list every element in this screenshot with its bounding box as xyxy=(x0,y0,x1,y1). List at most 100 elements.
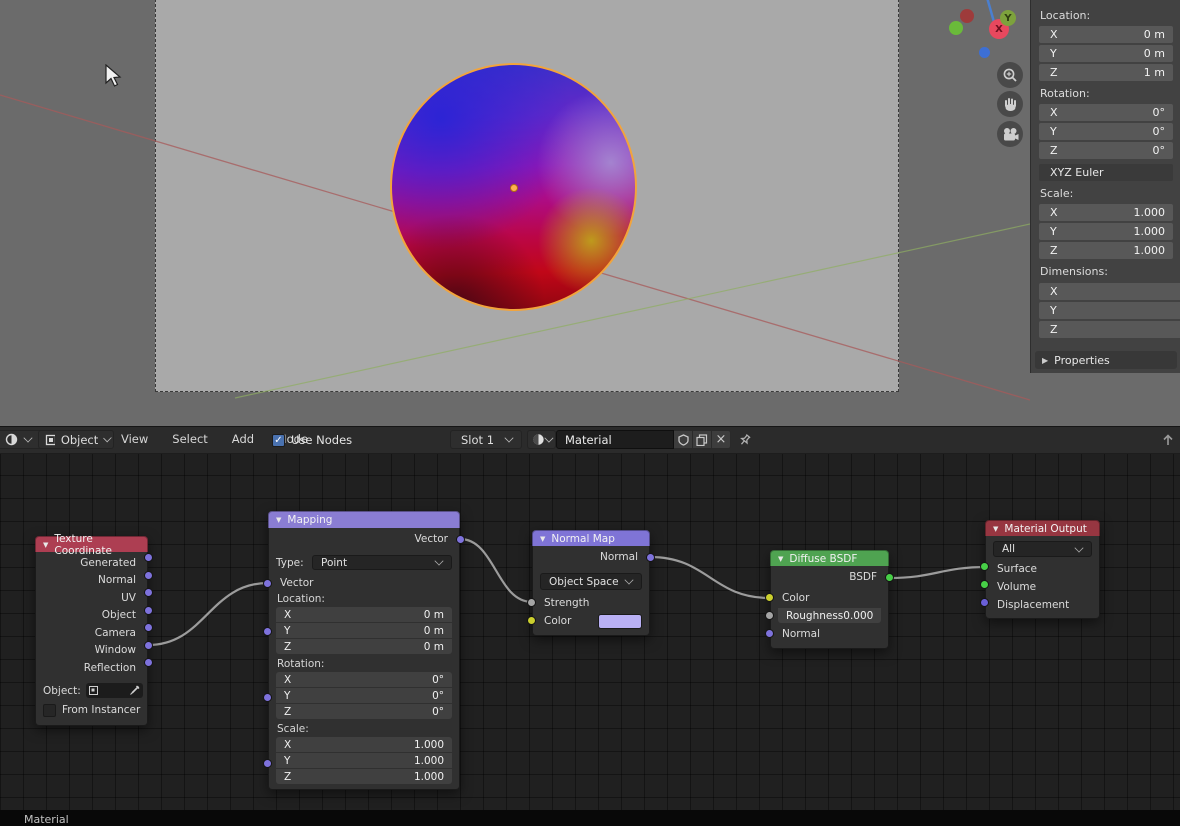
color-swatch[interactable] xyxy=(598,613,642,629)
socket-out-normal[interactable] xyxy=(646,552,655,562)
mapping-location-z[interactable]: Z0 m xyxy=(276,639,452,654)
node-diffuse-bsdf[interactable]: ▼ Diffuse BSDF BSDF Color Roughness 0.00… xyxy=(765,550,894,649)
material-slot-dropdown[interactable]: Slot 1 xyxy=(450,430,522,449)
socket-in-color[interactable] xyxy=(527,616,536,625)
node-normal-map[interactable]: ▼ Normal Map Normal Object Space Strengt… xyxy=(527,530,655,636)
gizmo-axis-ball-green[interactable] xyxy=(949,21,963,35)
node-editor-canvas[interactable]: ▼ Texture Coordinate Generated Normal UV… xyxy=(0,452,1180,826)
socket-out-generated[interactable] xyxy=(144,553,153,562)
properties-panel-header[interactable]: ▶ Properties xyxy=(1035,351,1177,369)
gizmo-axis-ball-blue[interactable] xyxy=(979,47,990,58)
location-x-field[interactable]: X 0 m xyxy=(1039,26,1173,43)
socket-in-displacement[interactable] xyxy=(980,598,989,607)
socket-out-bsdf[interactable] xyxy=(885,572,894,582)
socket-in-surface[interactable] xyxy=(980,562,989,571)
node-header-mapping[interactable]: ▼ Mapping xyxy=(268,511,460,528)
node-texture-coordinate[interactable]: ▼ Texture Coordinate Generated Normal UV… xyxy=(35,533,153,726)
output-target-dropdown[interactable]: All xyxy=(993,541,1092,557)
socket-in-volume[interactable] xyxy=(980,580,989,589)
menu-view[interactable]: View xyxy=(119,432,150,446)
dimensions-z-field[interactable]: Z xyxy=(1039,321,1180,338)
navigation-gizmo[interactable]: X Y xyxy=(938,0,1030,62)
gizmo-axis-ball-darkred[interactable] xyxy=(960,9,974,23)
material-browse-dropdown[interactable] xyxy=(527,430,556,449)
viewport-3d[interactable]: X Y Location: X 0 m Y 0 m Z 1 m Rotation… xyxy=(0,0,1180,426)
rotation-group-label: Rotation: xyxy=(277,658,325,670)
node-header-material-output[interactable]: ▼ Material Output xyxy=(985,520,1100,536)
node-title: Texture Coordinate xyxy=(54,532,112,557)
from-instancer-row[interactable]: From Instancer xyxy=(36,703,147,718)
axis-label: X xyxy=(1050,106,1058,119)
socket-in-location[interactable] xyxy=(263,627,272,636)
socket-in-rotation[interactable] xyxy=(263,693,272,702)
normal-map-space-dropdown[interactable]: Object Space xyxy=(540,573,642,590)
mapping-rotation-y[interactable]: Y 0° xyxy=(276,688,452,703)
socket-in-vector[interactable] xyxy=(263,578,272,588)
scale-y-field[interactable]: Y 1.000 xyxy=(1039,223,1173,240)
eyedropper-icon[interactable] xyxy=(129,685,140,696)
back-to-previous-button[interactable] xyxy=(1160,432,1176,451)
collapsed-triangle-icon: ▶ xyxy=(1042,355,1049,365)
use-nodes-toggle[interactable]: ✓ Use Nodes xyxy=(272,433,352,447)
pan-tool-button[interactable] xyxy=(997,91,1023,117)
node-header-normal-map[interactable]: ▼ Normal Map xyxy=(532,530,650,546)
location-z-field[interactable]: Z 1 m xyxy=(1039,64,1173,81)
socket-out-uv[interactable] xyxy=(144,588,153,597)
shader-type-dropdown[interactable]: Object xyxy=(38,430,114,449)
mapping-location-y[interactable]: Y0 m xyxy=(276,623,452,638)
dimensions-y-field[interactable]: Y xyxy=(1039,302,1180,319)
material-name-field[interactable]: Material xyxy=(556,430,674,449)
from-instancer-checkbox[interactable] xyxy=(43,703,56,717)
node-header-texture-coordinate[interactable]: ▼ Texture Coordinate xyxy=(35,533,148,557)
fake-user-button[interactable] xyxy=(674,430,693,449)
camera-view-button[interactable] xyxy=(997,121,1023,147)
rotation-mode-dropdown[interactable]: XYZ Euler xyxy=(1039,164,1173,181)
location-y-field[interactable]: Y 0 m xyxy=(1039,45,1173,62)
socket-in-normal[interactable] xyxy=(765,629,774,638)
node-mapping[interactable]: ▼ Mapping Vector Type: Point Vector Loca… xyxy=(263,511,465,790)
object-icon xyxy=(45,434,55,445)
menu-add[interactable]: Add xyxy=(230,432,256,446)
scale-z-field[interactable]: Z 1.000 xyxy=(1039,242,1173,259)
socket-in-scale[interactable] xyxy=(263,759,272,768)
socket-in-color[interactable] xyxy=(765,593,774,602)
use-nodes-checkbox[interactable]: ✓ xyxy=(272,433,285,447)
socket-out-object[interactable] xyxy=(144,605,153,615)
socket-out-window[interactable] xyxy=(144,640,153,650)
mapping-rotation-x[interactable]: X 0° xyxy=(276,672,452,687)
socket-out-camera[interactable] xyxy=(144,623,153,632)
slot-value: Slot 1 xyxy=(461,432,495,447)
menu-select[interactable]: Select xyxy=(170,432,209,446)
node-material-output[interactable]: ▼ Material Output All Surface Volume Dis… xyxy=(980,520,1100,619)
socket-out-normal[interactable] xyxy=(144,570,153,580)
input-surface: Surface xyxy=(997,562,1038,575)
rotation-x-field[interactable]: X 0° xyxy=(1039,104,1173,121)
mapping-scale-z[interactable]: Z 1.000 xyxy=(276,769,452,784)
socket-out-reflection[interactable] xyxy=(144,658,153,667)
gizmo-y-axis-ball[interactable]: Y xyxy=(1000,10,1016,26)
new-material-button[interactable] xyxy=(693,430,712,449)
axis-value: 0° xyxy=(1152,106,1166,119)
socket-in-strength[interactable] xyxy=(527,598,536,607)
dimensions-x-field[interactable]: X xyxy=(1039,283,1180,300)
mapping-scale-y[interactable]: Y 1.000 xyxy=(276,753,452,768)
node-header-diffuse-bsdf[interactable]: ▼ Diffuse BSDF xyxy=(770,550,889,566)
scale-x-field[interactable]: X 1.000 xyxy=(1039,204,1173,221)
socket-out-vector[interactable] xyxy=(456,534,465,544)
mapping-location-x[interactable]: X0 m xyxy=(276,607,452,622)
rotation-z-field[interactable]: Z 0° xyxy=(1039,142,1173,159)
rotation-y-field[interactable]: Y 0° xyxy=(1039,123,1173,140)
mapping-scale-x[interactable]: X 1.000 xyxy=(276,737,452,752)
zoom-tool-button[interactable] xyxy=(997,62,1023,88)
object-picker-field[interactable] xyxy=(85,683,143,698)
editor-type-dropdown[interactable] xyxy=(0,430,42,449)
mapping-rotation-z[interactable]: Z 0° xyxy=(276,704,452,719)
pin-button[interactable] xyxy=(738,433,752,450)
collapse-triangle-icon: ▼ xyxy=(43,540,49,549)
unlink-material-button[interactable]: × xyxy=(712,430,731,449)
socket-in-roughness[interactable] xyxy=(765,611,774,620)
axis-label: Y xyxy=(1050,225,1057,238)
roughness-field[interactable]: Roughness 0.000 xyxy=(778,608,881,623)
mapping-type-dropdown[interactable]: Point xyxy=(312,555,452,570)
mouse-cursor xyxy=(105,64,122,87)
